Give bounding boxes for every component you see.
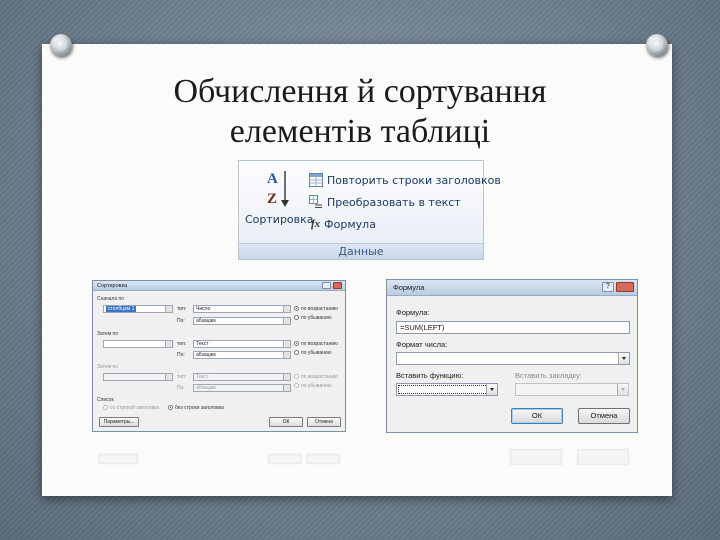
first-by-column-value: столбцам 1	[106, 306, 137, 312]
paste-bookmark-label: Вставить закладку:	[515, 371, 582, 380]
ribbon-data-group: A Z Сортировка Повторить строки заголовк…	[238, 160, 501, 260]
chevron-down-icon	[486, 384, 497, 395]
without-header-radio[interactable]	[168, 405, 173, 410]
slide-title: Обчислення й сортування елементів таблиц…	[0, 72, 720, 152]
number-format-select[interactable]	[396, 352, 630, 365]
first-desc-label: по убыванию	[301, 315, 332, 321]
formula-ok-button[interactable]: ОК	[511, 408, 563, 424]
first-by-label: Сначала по	[97, 296, 125, 302]
number-format-label: Формат числа:	[396, 340, 448, 349]
by-label-1: По:	[177, 318, 185, 324]
without-header-label: без строки заголовка	[175, 405, 224, 411]
formula-button[interactable]: fx Формула	[311, 215, 376, 233]
first-by-type-value: Число	[196, 306, 211, 312]
chevron-down-icon	[618, 353, 629, 364]
paste-bookmark-select[interactable]	[515, 383, 629, 396]
then-by-by-value-2: абзацам	[196, 385, 216, 391]
repeat-header-rows-label: Повторить строки заголовков	[327, 173, 501, 187]
then-by-type-value-2: Текст	[196, 374, 209, 380]
then-by-by-select-1[interactable]: абзацам	[193, 351, 291, 359]
ribbon-group-label: Данные	[239, 243, 483, 259]
by-label-2: По:	[177, 352, 185, 358]
first-asc-label: по возрастанию	[301, 306, 338, 312]
formula-dialog-titlebar: Формула ?	[387, 280, 637, 296]
then-asc-label-1: по возрастанию	[301, 341, 338, 347]
paste-function-select[interactable]	[396, 383, 498, 396]
sort-az-icon: A Z	[267, 171, 289, 207]
formula-close-icon[interactable]	[616, 282, 634, 292]
type-label-2: тип:	[177, 341, 187, 347]
sort-ok-button[interactable]: ОК	[269, 417, 303, 427]
then-by-label-1: Затем по	[97, 331, 119, 337]
formula-input-value: =SUM(LEFT)	[400, 323, 445, 332]
list-label: Список	[97, 397, 114, 403]
first-by-type-select[interactable]: Число	[193, 305, 291, 313]
then-desc-radio-1[interactable]	[294, 350, 299, 355]
pushpin-icon-left	[50, 34, 72, 56]
sort-button[interactable]: A Z Сортировка	[245, 165, 314, 237]
with-header-radio[interactable]	[103, 405, 108, 410]
repeat-header-rows-button[interactable]: Повторить строки заголовков	[309, 171, 501, 189]
sort-dialog-title: Сортировка	[97, 283, 128, 289]
paste-function-label: Вставить функцию:	[396, 371, 464, 380]
then-desc-label-2: по убыванию	[301, 383, 332, 389]
by-label-3: По:	[177, 385, 185, 391]
type-label-1: тип:	[177, 306, 187, 312]
convert-to-text-button[interactable]: Преобразовать в текст	[309, 193, 461, 211]
formula-dialog-reflection	[386, 437, 638, 473]
close-icon[interactable]	[333, 282, 342, 289]
first-by-by-value: абзацам	[196, 318, 216, 324]
convert-to-text-label: Преобразовать в текст	[327, 195, 461, 209]
sort-button-label: Сортировка	[245, 213, 314, 226]
first-asc-radio[interactable]	[294, 306, 299, 311]
pushpin-icon-right	[646, 34, 668, 56]
with-header-label: со строкой заголовка	[110, 405, 160, 411]
then-asc-radio-1[interactable]	[294, 341, 299, 346]
type-label-3: тип:	[177, 374, 187, 380]
then-by-by-value-1: абзацам	[196, 352, 216, 358]
formula-dialog-title: Формула	[393, 283, 425, 292]
sort-dialog: Сортировка Сначала по столбцам 1 тип: Чи…	[92, 280, 346, 432]
help-icon[interactable]	[322, 282, 331, 289]
first-desc-radio[interactable]	[294, 315, 299, 320]
first-by-column-select[interactable]: столбцам 1	[103, 305, 173, 313]
then-by-by-select-2[interactable]: абзацам	[193, 384, 291, 392]
first-by-by-select[interactable]: абзацам	[193, 317, 291, 325]
slide-title-line1: Обчислення й сортування	[173, 73, 547, 110]
chevron-down-icon	[617, 384, 628, 395]
then-desc-radio-2[interactable]	[294, 383, 299, 388]
then-asc-label-2: по возрастанию	[301, 374, 338, 380]
parameters-button[interactable]: Параметры...	[99, 417, 139, 427]
convert-to-text-icon	[309, 195, 322, 208]
formula-field-label: Формула:	[396, 308, 430, 317]
formula-dialog: Формула ? Формула: =SUM(LEFT) Формат чис…	[386, 279, 638, 433]
formula-button-label: Формула	[324, 217, 376, 231]
formula-help-icon[interactable]: ?	[602, 282, 614, 292]
then-desc-label-1: по убыванию	[301, 350, 332, 356]
then-asc-radio-2[interactable]	[294, 374, 299, 379]
repeat-rows-icon	[309, 173, 323, 187]
sort-dialog-titlebar: Сортировка	[93, 281, 345, 291]
formula-cancel-button[interactable]: Отмена	[578, 408, 630, 424]
then-by-type-select-1[interactable]: Текст	[193, 340, 291, 348]
slide-title-line2: елементів таблиці	[229, 113, 491, 150]
svg-text:A: A	[267, 171, 278, 187]
then-by-type-value-1: Текст	[196, 341, 209, 347]
sort-cancel-button[interactable]: Отмена	[307, 417, 341, 427]
formula-input[interactable]: =SUM(LEFT)	[396, 321, 630, 334]
then-by-column-select-1[interactable]	[103, 340, 173, 348]
svg-text:Z: Z	[267, 191, 277, 207]
fx-icon: fx	[311, 218, 321, 230]
sort-dialog-reflection	[92, 436, 346, 470]
then-by-type-select-2[interactable]: Текст	[193, 373, 291, 381]
then-by-label-2: Затем по	[97, 364, 119, 370]
then-by-column-select-2[interactable]	[103, 373, 173, 381]
